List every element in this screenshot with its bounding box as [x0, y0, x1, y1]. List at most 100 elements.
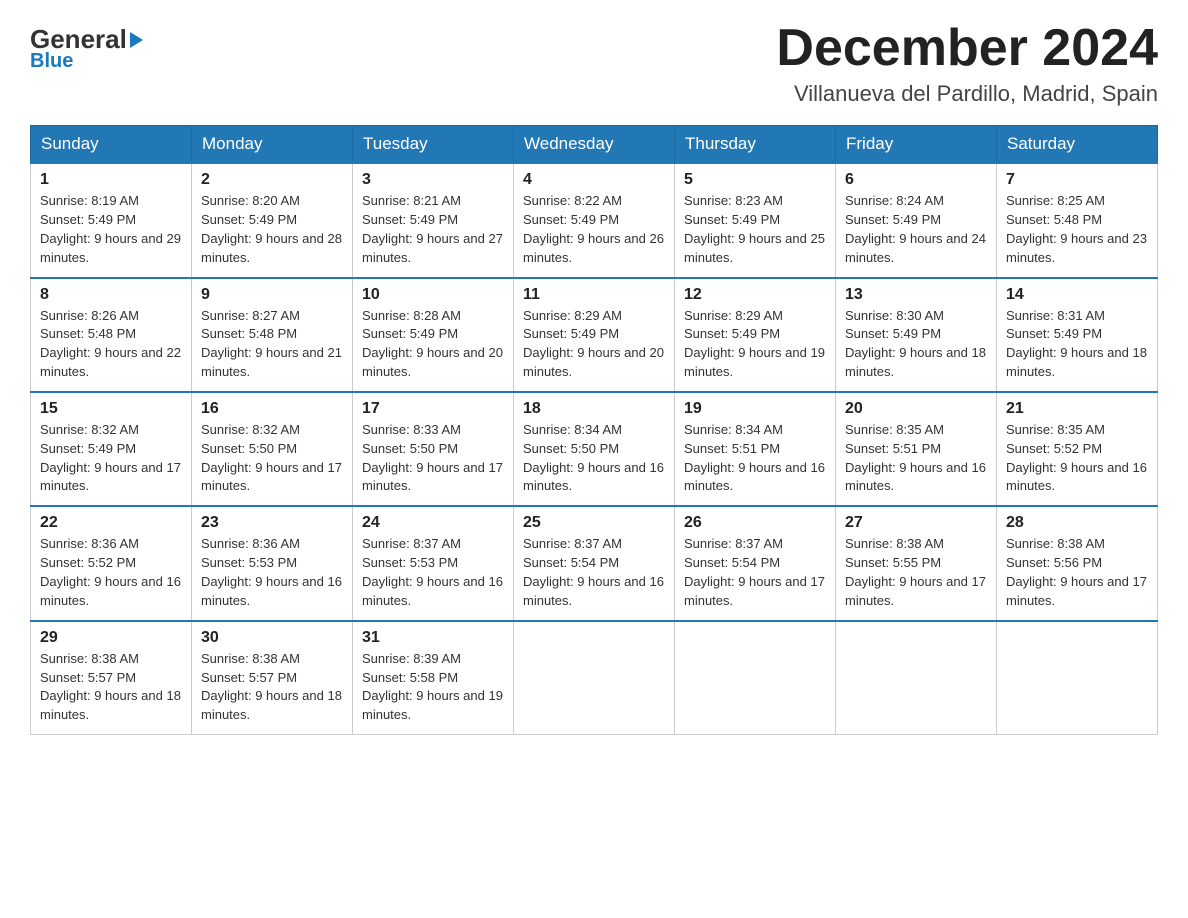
day-info: Sunrise: 8:38 AMSunset: 5:56 PMDaylight:…	[1006, 536, 1147, 608]
calendar-cell: 12 Sunrise: 8:29 AMSunset: 5:49 PMDaylig…	[675, 278, 836, 392]
calendar-cell: 13 Sunrise: 8:30 AMSunset: 5:49 PMDaylig…	[836, 278, 997, 392]
title-block: December 2024 Villanueva del Pardillo, M…	[776, 20, 1158, 107]
weekday-header-tuesday: Tuesday	[353, 126, 514, 164]
day-number: 6	[845, 171, 987, 189]
calendar-cell: 28 Sunrise: 8:38 AMSunset: 5:56 PMDaylig…	[997, 506, 1158, 620]
calendar-cell: 26 Sunrise: 8:37 AMSunset: 5:54 PMDaylig…	[675, 506, 836, 620]
calendar-cell: 25 Sunrise: 8:37 AMSunset: 5:54 PMDaylig…	[514, 506, 675, 620]
calendar-cell: 20 Sunrise: 8:35 AMSunset: 5:51 PMDaylig…	[836, 392, 997, 506]
day-info: Sunrise: 8:37 AMSunset: 5:54 PMDaylight:…	[684, 536, 825, 608]
day-info: Sunrise: 8:30 AMSunset: 5:49 PMDaylight:…	[845, 308, 986, 380]
calendar-cell: 24 Sunrise: 8:37 AMSunset: 5:53 PMDaylig…	[353, 506, 514, 620]
day-number: 3	[362, 171, 504, 189]
calendar-cell: 9 Sunrise: 8:27 AMSunset: 5:48 PMDayligh…	[192, 278, 353, 392]
day-info: Sunrise: 8:27 AMSunset: 5:48 PMDaylight:…	[201, 308, 342, 380]
day-number: 20	[845, 400, 987, 418]
day-info: Sunrise: 8:31 AMSunset: 5:49 PMDaylight:…	[1006, 308, 1147, 380]
calendar-cell	[836, 621, 997, 735]
day-number: 4	[523, 171, 665, 189]
day-info: Sunrise: 8:36 AMSunset: 5:52 PMDaylight:…	[40, 536, 181, 608]
day-info: Sunrise: 8:29 AMSunset: 5:49 PMDaylight:…	[523, 308, 664, 380]
week-row-2: 8 Sunrise: 8:26 AMSunset: 5:48 PMDayligh…	[31, 278, 1158, 392]
calendar-cell: 15 Sunrise: 8:32 AMSunset: 5:49 PMDaylig…	[31, 392, 192, 506]
weekday-header-sunday: Sunday	[31, 126, 192, 164]
day-info: Sunrise: 8:38 AMSunset: 5:55 PMDaylight:…	[845, 536, 986, 608]
day-number: 24	[362, 514, 504, 532]
day-info: Sunrise: 8:39 AMSunset: 5:58 PMDaylight:…	[362, 651, 503, 723]
day-number: 1	[40, 171, 182, 189]
day-number: 22	[40, 514, 182, 532]
location-text: Villanueva del Pardillo, Madrid, Spain	[776, 81, 1158, 107]
day-info: Sunrise: 8:32 AMSunset: 5:49 PMDaylight:…	[40, 422, 181, 494]
day-number: 9	[201, 286, 343, 304]
day-number: 7	[1006, 171, 1148, 189]
day-info: Sunrise: 8:38 AMSunset: 5:57 PMDaylight:…	[201, 651, 342, 723]
weekday-header-friday: Friday	[836, 126, 997, 164]
day-number: 30	[201, 629, 343, 647]
day-info: Sunrise: 8:33 AMSunset: 5:50 PMDaylight:…	[362, 422, 503, 494]
calendar-cell: 30 Sunrise: 8:38 AMSunset: 5:57 PMDaylig…	[192, 621, 353, 735]
day-info: Sunrise: 8:24 AMSunset: 5:49 PMDaylight:…	[845, 193, 986, 265]
calendar-cell: 21 Sunrise: 8:35 AMSunset: 5:52 PMDaylig…	[997, 392, 1158, 506]
day-info: Sunrise: 8:38 AMSunset: 5:57 PMDaylight:…	[40, 651, 181, 723]
calendar-cell: 4 Sunrise: 8:22 AMSunset: 5:49 PMDayligh…	[514, 163, 675, 277]
day-info: Sunrise: 8:25 AMSunset: 5:48 PMDaylight:…	[1006, 193, 1147, 265]
calendar-cell: 1 Sunrise: 8:19 AMSunset: 5:49 PMDayligh…	[31, 163, 192, 277]
calendar-cell: 10 Sunrise: 8:28 AMSunset: 5:49 PMDaylig…	[353, 278, 514, 392]
calendar-table: SundayMondayTuesdayWednesdayThursdayFrid…	[30, 125, 1158, 735]
logo: General Blue	[30, 20, 143, 73]
day-info: Sunrise: 8:19 AMSunset: 5:49 PMDaylight:…	[40, 193, 181, 265]
day-info: Sunrise: 8:20 AMSunset: 5:49 PMDaylight:…	[201, 193, 342, 265]
calendar-cell: 31 Sunrise: 8:39 AMSunset: 5:58 PMDaylig…	[353, 621, 514, 735]
calendar-cell	[997, 621, 1158, 735]
day-info: Sunrise: 8:35 AMSunset: 5:51 PMDaylight:…	[845, 422, 986, 494]
calendar-cell: 2 Sunrise: 8:20 AMSunset: 5:49 PMDayligh…	[192, 163, 353, 277]
calendar-cell	[514, 621, 675, 735]
calendar-cell: 29 Sunrise: 8:38 AMSunset: 5:57 PMDaylig…	[31, 621, 192, 735]
day-number: 25	[523, 514, 665, 532]
weekday-header-thursday: Thursday	[675, 126, 836, 164]
day-number: 17	[362, 400, 504, 418]
day-number: 13	[845, 286, 987, 304]
logo-general-text: General	[30, 26, 143, 52]
weekday-header-wednesday: Wednesday	[514, 126, 675, 164]
calendar-cell: 6 Sunrise: 8:24 AMSunset: 5:49 PMDayligh…	[836, 163, 997, 277]
day-number: 10	[362, 286, 504, 304]
calendar-cell: 8 Sunrise: 8:26 AMSunset: 5:48 PMDayligh…	[31, 278, 192, 392]
day-number: 23	[201, 514, 343, 532]
day-info: Sunrise: 8:37 AMSunset: 5:54 PMDaylight:…	[523, 536, 664, 608]
calendar-cell: 23 Sunrise: 8:36 AMSunset: 5:53 PMDaylig…	[192, 506, 353, 620]
week-row-3: 15 Sunrise: 8:32 AMSunset: 5:49 PMDaylig…	[31, 392, 1158, 506]
day-info: Sunrise: 8:34 AMSunset: 5:51 PMDaylight:…	[684, 422, 825, 494]
weekday-header-row: SundayMondayTuesdayWednesdayThursdayFrid…	[31, 126, 1158, 164]
day-number: 11	[523, 286, 665, 304]
day-number: 15	[40, 400, 182, 418]
day-number: 29	[40, 629, 182, 647]
day-info: Sunrise: 8:23 AMSunset: 5:49 PMDaylight:…	[684, 193, 825, 265]
day-number: 28	[1006, 514, 1148, 532]
calendar-cell: 19 Sunrise: 8:34 AMSunset: 5:51 PMDaylig…	[675, 392, 836, 506]
calendar-cell: 18 Sunrise: 8:34 AMSunset: 5:50 PMDaylig…	[514, 392, 675, 506]
calendar-cell: 14 Sunrise: 8:31 AMSunset: 5:49 PMDaylig…	[997, 278, 1158, 392]
day-info: Sunrise: 8:22 AMSunset: 5:49 PMDaylight:…	[523, 193, 664, 265]
day-info: Sunrise: 8:35 AMSunset: 5:52 PMDaylight:…	[1006, 422, 1147, 494]
day-number: 8	[40, 286, 182, 304]
week-row-5: 29 Sunrise: 8:38 AMSunset: 5:57 PMDaylig…	[31, 621, 1158, 735]
day-info: Sunrise: 8:34 AMSunset: 5:50 PMDaylight:…	[523, 422, 664, 494]
day-number: 12	[684, 286, 826, 304]
day-number: 27	[845, 514, 987, 532]
day-number: 2	[201, 171, 343, 189]
day-number: 19	[684, 400, 826, 418]
week-row-1: 1 Sunrise: 8:19 AMSunset: 5:49 PMDayligh…	[31, 163, 1158, 277]
day-number: 14	[1006, 286, 1148, 304]
calendar-cell: 27 Sunrise: 8:38 AMSunset: 5:55 PMDaylig…	[836, 506, 997, 620]
calendar-cell: 22 Sunrise: 8:36 AMSunset: 5:52 PMDaylig…	[31, 506, 192, 620]
week-row-4: 22 Sunrise: 8:36 AMSunset: 5:52 PMDaylig…	[31, 506, 1158, 620]
logo-blue-text: Blue	[30, 50, 73, 73]
calendar-cell: 5 Sunrise: 8:23 AMSunset: 5:49 PMDayligh…	[675, 163, 836, 277]
calendar-cell: 7 Sunrise: 8:25 AMSunset: 5:48 PMDayligh…	[997, 163, 1158, 277]
day-number: 21	[1006, 400, 1148, 418]
calendar-cell: 11 Sunrise: 8:29 AMSunset: 5:49 PMDaylig…	[514, 278, 675, 392]
day-info: Sunrise: 8:28 AMSunset: 5:49 PMDaylight:…	[362, 308, 503, 380]
weekday-header-monday: Monday	[192, 126, 353, 164]
